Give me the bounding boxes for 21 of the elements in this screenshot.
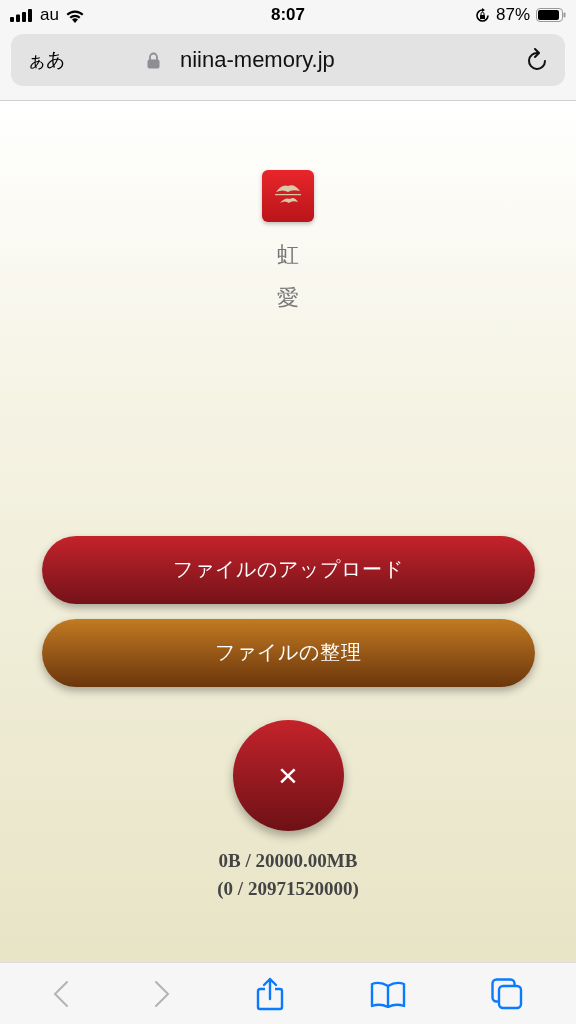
text-size-button[interactable]: ぁあ	[27, 47, 147, 73]
close-button[interactable]: ×	[232, 719, 344, 831]
url-text: niina-memory.jp	[180, 47, 336, 73]
lock-icon	[147, 51, 160, 69]
action-button[interactable]: ファイルの整理	[41, 618, 535, 687]
carrier-label: au	[40, 5, 59, 25]
action-button[interactable]: ファイルのアップロード	[41, 535, 535, 604]
bookmarks-icon[interactable]	[369, 979, 406, 1008]
storage-bytes: (0 / 20971520000)	[217, 876, 359, 901]
rotation-lock-icon	[474, 7, 490, 23]
battery-percent: 87%	[495, 5, 530, 25]
tabs-icon[interactable]	[491, 977, 524, 1010]
address-bar[interactable]: ぁあ niina-memory.jp	[11, 34, 565, 86]
signal-icon	[10, 8, 34, 22]
profile-name: 虹愛	[277, 241, 299, 312]
logo-icon	[262, 170, 314, 222]
clock-time: 8:07	[271, 5, 305, 25]
share-icon[interactable]	[256, 976, 284, 1011]
storage-usage: 0B / 20000.00MB	[218, 848, 358, 873]
reload-icon[interactable]	[527, 48, 549, 72]
battery-icon	[536, 8, 566, 22]
